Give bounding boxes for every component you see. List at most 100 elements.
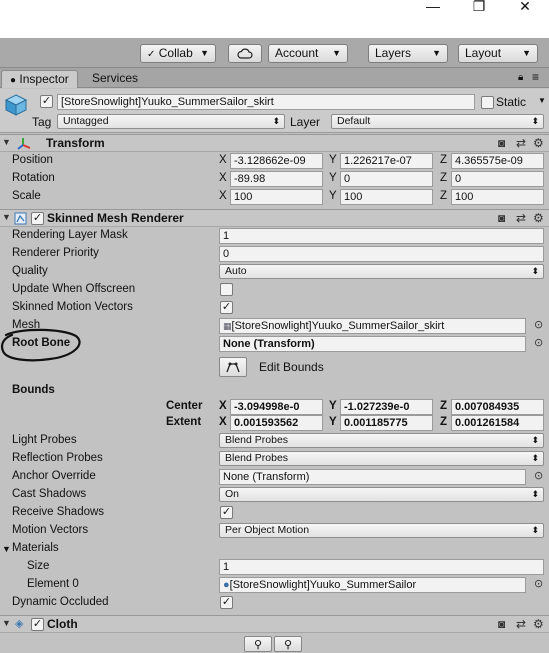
static-checkbox[interactable]: [481, 96, 494, 109]
skinned-mesh-renderer-enabled-checkbox[interactable]: ✓: [31, 212, 44, 225]
center-y-field[interactable]: -1.027239e-0: [340, 399, 433, 415]
axis-z-label[interactable]: Z: [440, 154, 447, 166]
extent-y-field[interactable]: 0.001185775: [340, 415, 433, 431]
rotation-x-field[interactable]: -89.98: [230, 171, 323, 187]
element-0-field[interactable]: ●[StoreSnowlight]Yuuko_SummerSailor: [219, 577, 526, 593]
cast-shadows-dropdown[interactable]: On ⬍: [219, 487, 544, 502]
receive-shadows-checkbox[interactable]: ✓: [220, 506, 233, 519]
anchor-override-label: Anchor Override: [12, 470, 96, 482]
axis-x-label[interactable]: X: [219, 400, 227, 412]
object-name-input[interactable]: [StoreSnowlight]Yuuko_SummerSailor_skirt: [57, 94, 475, 110]
help-icon[interactable]: ◙: [498, 211, 505, 225]
foldout-arrow-icon[interactable]: ▼: [2, 137, 11, 147]
tag-dropdown[interactable]: Untagged ⬍: [57, 114, 285, 129]
root-bone-field[interactable]: None (Transform): [219, 336, 526, 352]
reflection-probes-dropdown[interactable]: Blend Probes ⬍: [219, 451, 544, 466]
preset-icon[interactable]: ⇄: [516, 211, 526, 225]
cloth-enabled-checkbox[interactable]: ✓: [31, 618, 44, 631]
extent-x-field[interactable]: 0.001593562: [230, 415, 323, 431]
edit-bounds-button[interactable]: [219, 357, 247, 377]
cloth-collision-button[interactable]: ⚲: [274, 636, 302, 652]
cloth-header[interactable]: ▼ ◈ ✓ Cloth ◙ ⇄ ⚙: [0, 615, 549, 633]
foldout-arrow-icon[interactable]: ▼: [2, 544, 11, 554]
skinned-motion-vectors-checkbox[interactable]: ✓: [220, 301, 233, 314]
extent-z-field[interactable]: 0.001261584: [451, 415, 544, 431]
rendering-layer-mask-label: Rendering Layer Mask: [12, 229, 128, 241]
active-checkbox[interactable]: ✓: [40, 95, 53, 108]
object-picker-icon[interactable]: ⊙: [534, 469, 543, 482]
cloth-constraints-button[interactable]: ⚲: [244, 636, 272, 652]
object-header: ✓ [StoreSnowlight]Yuuko_SummerSailor_ski…: [0, 89, 549, 133]
preset-icon[interactable]: ⇄: [516, 617, 526, 631]
tab-inspector[interactable]: ● Inspector: [1, 70, 78, 88]
motion-vectors-dropdown[interactable]: Per Object Motion ⬍: [219, 523, 544, 538]
axis-z-label[interactable]: Z: [440, 416, 447, 428]
gear-icon[interactable]: ⚙: [533, 136, 544, 150]
layers-dropdown[interactable]: Layers ▼: [368, 44, 448, 63]
axis-z-label[interactable]: Z: [440, 190, 447, 202]
field-value: [StoreSnowlight]Yuuko_SummerSailor_skirt: [231, 320, 445, 332]
dynamic-occluded-checkbox[interactable]: ✓: [220, 596, 233, 609]
layer-value: Default: [337, 115, 371, 127]
axis-y-label[interactable]: Y: [329, 416, 337, 428]
center-x-field[interactable]: -3.094998e-0: [230, 399, 323, 415]
rotation-z-field[interactable]: 0: [451, 171, 544, 187]
materials-size-label: Size: [27, 560, 50, 572]
renderer-priority-field[interactable]: 0: [219, 246, 544, 262]
object-picker-icon[interactable]: ⊙: [534, 336, 543, 349]
element-0-label: Element 0: [27, 578, 79, 590]
scale-x-field[interactable]: 100: [230, 189, 323, 205]
quality-dropdown[interactable]: Auto ⬍: [219, 264, 544, 279]
update-when-offscreen-checkbox[interactable]: [220, 283, 233, 296]
axis-y-label[interactable]: Y: [329, 190, 337, 202]
dropdown-arrow-icon[interactable]: ▼: [538, 96, 546, 105]
close-button[interactable]: ✕: [502, 0, 548, 14]
axis-x-label[interactable]: X: [219, 154, 227, 166]
axis-z-label[interactable]: Z: [440, 400, 447, 412]
axis-y-label[interactable]: Y: [329, 400, 337, 412]
gear-icon[interactable]: ⚙: [533, 617, 544, 631]
scale-z-field[interactable]: 100: [451, 189, 544, 205]
scale-y-field[interactable]: 100: [340, 189, 433, 205]
tab-services[interactable]: Services: [84, 70, 146, 88]
collab-button[interactable]: ✓ Collab ▼: [140, 44, 216, 63]
position-x-field[interactable]: -3.128662e-09: [230, 153, 323, 169]
center-z-field[interactable]: 0.007084935: [451, 399, 544, 415]
close-icon: ✕: [519, 0, 531, 14]
menu-icon[interactable]: ≡: [532, 70, 539, 84]
rotation-y-field[interactable]: 0: [340, 171, 433, 187]
axis-z-label[interactable]: Z: [440, 172, 447, 184]
foldout-arrow-icon[interactable]: ▼: [2, 212, 11, 222]
lock-icon[interactable]: 🔒︎: [518, 72, 523, 83]
object-picker-icon[interactable]: ⊙: [534, 577, 543, 590]
object-picker-icon[interactable]: ⊙: [534, 318, 543, 331]
gear-icon[interactable]: ⚙: [533, 211, 544, 225]
axis-x-label[interactable]: X: [219, 190, 227, 202]
axis-x-label[interactable]: X: [219, 172, 227, 184]
dropdown-arrow-icon: ▼: [332, 48, 341, 58]
layer-dropdown[interactable]: Default ⬍: [331, 114, 544, 129]
help-icon[interactable]: ◙: [498, 617, 505, 631]
rotation-label: Rotation: [12, 172, 55, 184]
position-y-field[interactable]: 1.226217e-07: [340, 153, 433, 169]
skinned-mesh-renderer-header[interactable]: ▼ ✓ Skinned Mesh Renderer ◙ ⇄ ⚙: [0, 209, 549, 227]
cloud-button[interactable]: [228, 44, 262, 63]
minimize-button[interactable]: —: [410, 0, 456, 14]
rendering-layer-mask-field[interactable]: 1: [219, 228, 544, 244]
axis-y-label[interactable]: Y: [329, 154, 337, 166]
light-probes-dropdown[interactable]: Blend Probes ⬍: [219, 433, 544, 448]
maximize-button[interactable]: ❐: [456, 0, 502, 14]
axis-y-label[interactable]: Y: [329, 172, 337, 184]
foldout-arrow-icon[interactable]: ▼: [2, 618, 11, 628]
materials-size-field[interactable]: 1: [219, 559, 544, 575]
preset-icon[interactable]: ⇄: [516, 136, 526, 150]
anchor-override-field[interactable]: None (Transform): [219, 469, 526, 485]
layout-dropdown[interactable]: Layout ▼: [458, 44, 538, 63]
mesh-object-field[interactable]: ▦[StoreSnowlight]Yuuko_SummerSailor_skir…: [219, 318, 526, 334]
update-when-offscreen-label: Update When Offscreen: [12, 283, 136, 295]
help-icon[interactable]: ◙: [498, 136, 505, 150]
position-z-field[interactable]: 4.365575e-09: [451, 153, 544, 169]
transform-header[interactable]: ▼ Transform ◙ ⇄ ⚙: [0, 134, 549, 152]
account-dropdown[interactable]: Account ▼: [268, 44, 348, 63]
axis-x-label[interactable]: X: [219, 416, 227, 428]
